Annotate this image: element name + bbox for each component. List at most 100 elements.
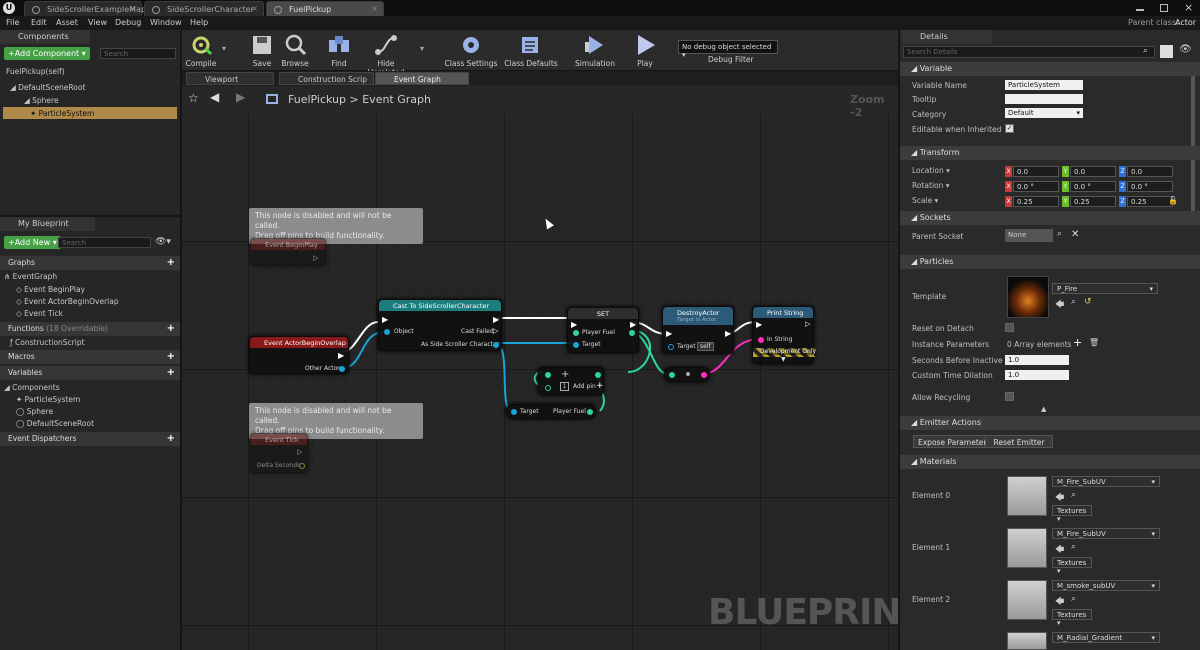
rotation-x-input[interactable]: 0.0 ° <box>1013 181 1059 192</box>
exec-out-pin[interactable]: ▶ <box>493 315 499 324</box>
graph-eventgraph[interactable]: ⋔ EventGraph <box>4 272 57 281</box>
material-select[interactable]: M_Fire_SubUV ▾ <box>1052 528 1160 539</box>
find-button[interactable]: Find <box>324 32 354 70</box>
expand-arrow-icon[interactable]: ▼ <box>781 356 786 363</box>
template-thumbnail[interactable] <box>1007 276 1049 318</box>
as-character-pin[interactable] <box>493 342 499 348</box>
menu-file[interactable]: File <box>6 18 19 27</box>
menu-debug[interactable]: Debug <box>115 18 141 27</box>
scale-z-input[interactable]: 0.25 <box>1127 196 1173 207</box>
add-variable-icon[interactable]: + <box>167 367 175 378</box>
add-component-button[interactable]: +Add Component ▾ <box>4 47 90 60</box>
material-filter[interactable]: Textures ▾ <box>1052 609 1092 627</box>
details-search-input[interactable]: Search Details <box>903 46 1155 58</box>
cast-failed-pin[interactable]: ▷ <box>493 327 498 335</box>
node-event-actorbeginoverlap[interactable]: Event ActorBeginOverlap ▶ Other Actor <box>249 336 349 374</box>
var-defaultsceneroot[interactable]: ◯ DefaultSceneRoot <box>16 419 94 428</box>
scale-label[interactable]: Scale ▾ <box>912 196 938 205</box>
menu-asset[interactable]: Asset <box>56 18 78 27</box>
collapse-advanced-icon[interactable]: ▲ <box>1041 405 1046 413</box>
emitter-actions-section-header[interactable]: ◢ Emitter Actions <box>900 416 1200 430</box>
eye-icon[interactable]: 👁▾ <box>155 237 171 247</box>
add-new-button[interactable]: +Add New ▾ <box>4 236 61 249</box>
component-sphere[interactable]: ◢ Sphere <box>24 96 59 105</box>
close-icon[interactable]: × <box>371 4 378 13</box>
node-event-beginplay[interactable]: Event BeginPlay ▷ <box>250 238 326 266</box>
location-label[interactable]: Location ▾ <box>912 166 950 175</box>
string-out-pin[interactable] <box>701 372 707 378</box>
tab-viewport[interactable]: Viewport <box>186 72 274 85</box>
player-fuel-out-pin[interactable] <box>587 409 593 415</box>
exec-in-pin[interactable]: ▶ <box>666 329 672 338</box>
variables-components-group[interactable]: ◢ Components <box>4 383 60 392</box>
my-blueprint-tab[interactable]: My Blueprint <box>0 217 95 231</box>
parent-class-value[interactable]: Actor <box>1175 18 1196 27</box>
sockets-section-header[interactable]: ◢ Sockets <box>900 211 1200 225</box>
scale-y-input[interactable]: 0.25 <box>1070 196 1116 207</box>
event-actorbeginoverlap[interactable]: ◇ Event ActorBeginOverlap <box>16 297 119 306</box>
variable-section-header[interactable]: ◢ Variable <box>900 62 1200 76</box>
class-settings-button[interactable]: Class Settings <box>444 32 498 70</box>
add-dispatcher-icon[interactable]: + <box>167 433 175 444</box>
var-particlesystem[interactable]: ✦ ParticleSystem <box>16 395 80 404</box>
function-constructionscript[interactable]: ƒ ConstructionScript <box>10 338 85 347</box>
material-filter[interactable]: Textures ▾ <box>1052 557 1092 575</box>
node-print-string[interactable]: Print String ▶ ▷ In String Development O… <box>752 306 817 364</box>
exec-in-pin[interactable]: ▶ <box>756 320 762 329</box>
player-fuel-out-pin[interactable] <box>629 330 635 336</box>
location-y-input[interactable]: 0.0 <box>1070 166 1116 177</box>
location-z-input[interactable]: 0.0 <box>1127 166 1173 177</box>
grid-view-icon[interactable] <box>1160 45 1173 58</box>
functions-header[interactable]: Functions (18 Overridable) + <box>0 322 180 336</box>
menu-view[interactable]: View <box>88 18 107 27</box>
eye-icon[interactable]: 👁 <box>1179 44 1192 55</box>
exec-out-pin[interactable]: ▶ <box>338 351 344 360</box>
node-add[interactable]: + 1 Add pin + <box>538 367 604 395</box>
node-set[interactable]: SET ▶ ▶ Player Fuel Target <box>567 307 639 353</box>
reset-icon[interactable]: ↺ <box>1084 297 1092 307</box>
reset-on-detach-checkbox[interactable] <box>1005 323 1014 332</box>
expose-parameter-button[interactable]: Expose Parameter <box>913 435 992 448</box>
player-fuel-pin[interactable] <box>573 330 579 336</box>
result-pin[interactable] <box>595 372 601 378</box>
close-button[interactable]: × <box>1184 1 1193 14</box>
material-select[interactable]: M_Fire_SubUV ▾ <box>1052 476 1160 487</box>
use-selected-icon[interactable]: 🡄 <box>1055 542 1064 558</box>
exec-in-pin[interactable]: ▶ <box>382 315 388 324</box>
browse-button[interactable]: Browse <box>280 32 310 70</box>
in-string-pin[interactable] <box>758 337 764 343</box>
tab-character[interactable]: SideScrollerCharacter × <box>144 1 264 16</box>
editable-inherited-checkbox[interactable]: ✓ <box>1005 124 1014 133</box>
node-destroy-actor[interactable]: DestroyActor Target is Actor ▶ ▶ Target s… <box>662 306 734 354</box>
blueprint-search-input[interactable]: Search <box>58 237 151 248</box>
menu-help[interactable]: Help <box>190 18 208 27</box>
maximize-button[interactable] <box>1160 4 1168 12</box>
variable-name-input[interactable]: ParticleSystem <box>1005 80 1083 90</box>
scale-lock-icon[interactable]: 🔓 <box>1168 196 1178 205</box>
browse-icon[interactable]: ⌕ <box>1071 490 1076 500</box>
material-thumbnail[interactable] <box>1007 580 1047 620</box>
tab-map[interactable]: SideScrollerExampleMap × <box>24 1 146 16</box>
component-defaultsceneroot[interactable]: ◢ DefaultSceneRoot <box>10 83 85 92</box>
menu-edit[interactable]: Edit <box>31 18 47 27</box>
event-beginplay[interactable]: ◇ Event BeginPlay <box>16 285 85 294</box>
materials-section-header[interactable]: ◢ Materials <box>900 455 1200 469</box>
material-select[interactable]: M_smoke_subUV ▾ <box>1052 580 1160 591</box>
node-cast-to-character[interactable]: Cast To SideScrollerCharacter ▶ ▶ Object… <box>378 299 502 351</box>
reset-emitter-button[interactable]: Reset Emitter <box>985 435 1053 448</box>
exec-out-pin[interactable]: ▷ <box>313 254 318 262</box>
material-thumbnail[interactable] <box>1007 528 1047 568</box>
target-pin[interactable] <box>573 342 579 348</box>
event-tick[interactable]: ◇ Event Tick <box>16 309 63 318</box>
tab-event-graph[interactable]: Event Graph <box>375 72 469 85</box>
add-pin-icon[interactable]: + <box>596 381 604 391</box>
play-button[interactable]: Play <box>628 32 662 70</box>
variables-header[interactable]: Variables + <box>0 366 180 380</box>
event-graph-canvas[interactable]: ☆ ◀ ▶ FuelPickup > Event Graph Zoom -2 B… <box>182 86 898 650</box>
material-select[interactable]: M_Radial_Gradient ▾ <box>1052 632 1160 643</box>
node-get-player-fuel[interactable]: Target Player Fuel <box>506 404 596 419</box>
tab-construction-script[interactable]: Construction Scrip <box>279 72 374 85</box>
template-select[interactable]: P_Fire ▾ <box>1052 283 1158 294</box>
event-dispatchers-header[interactable]: Event Dispatchers + <box>0 432 180 446</box>
add-macro-icon[interactable]: + <box>167 351 175 362</box>
